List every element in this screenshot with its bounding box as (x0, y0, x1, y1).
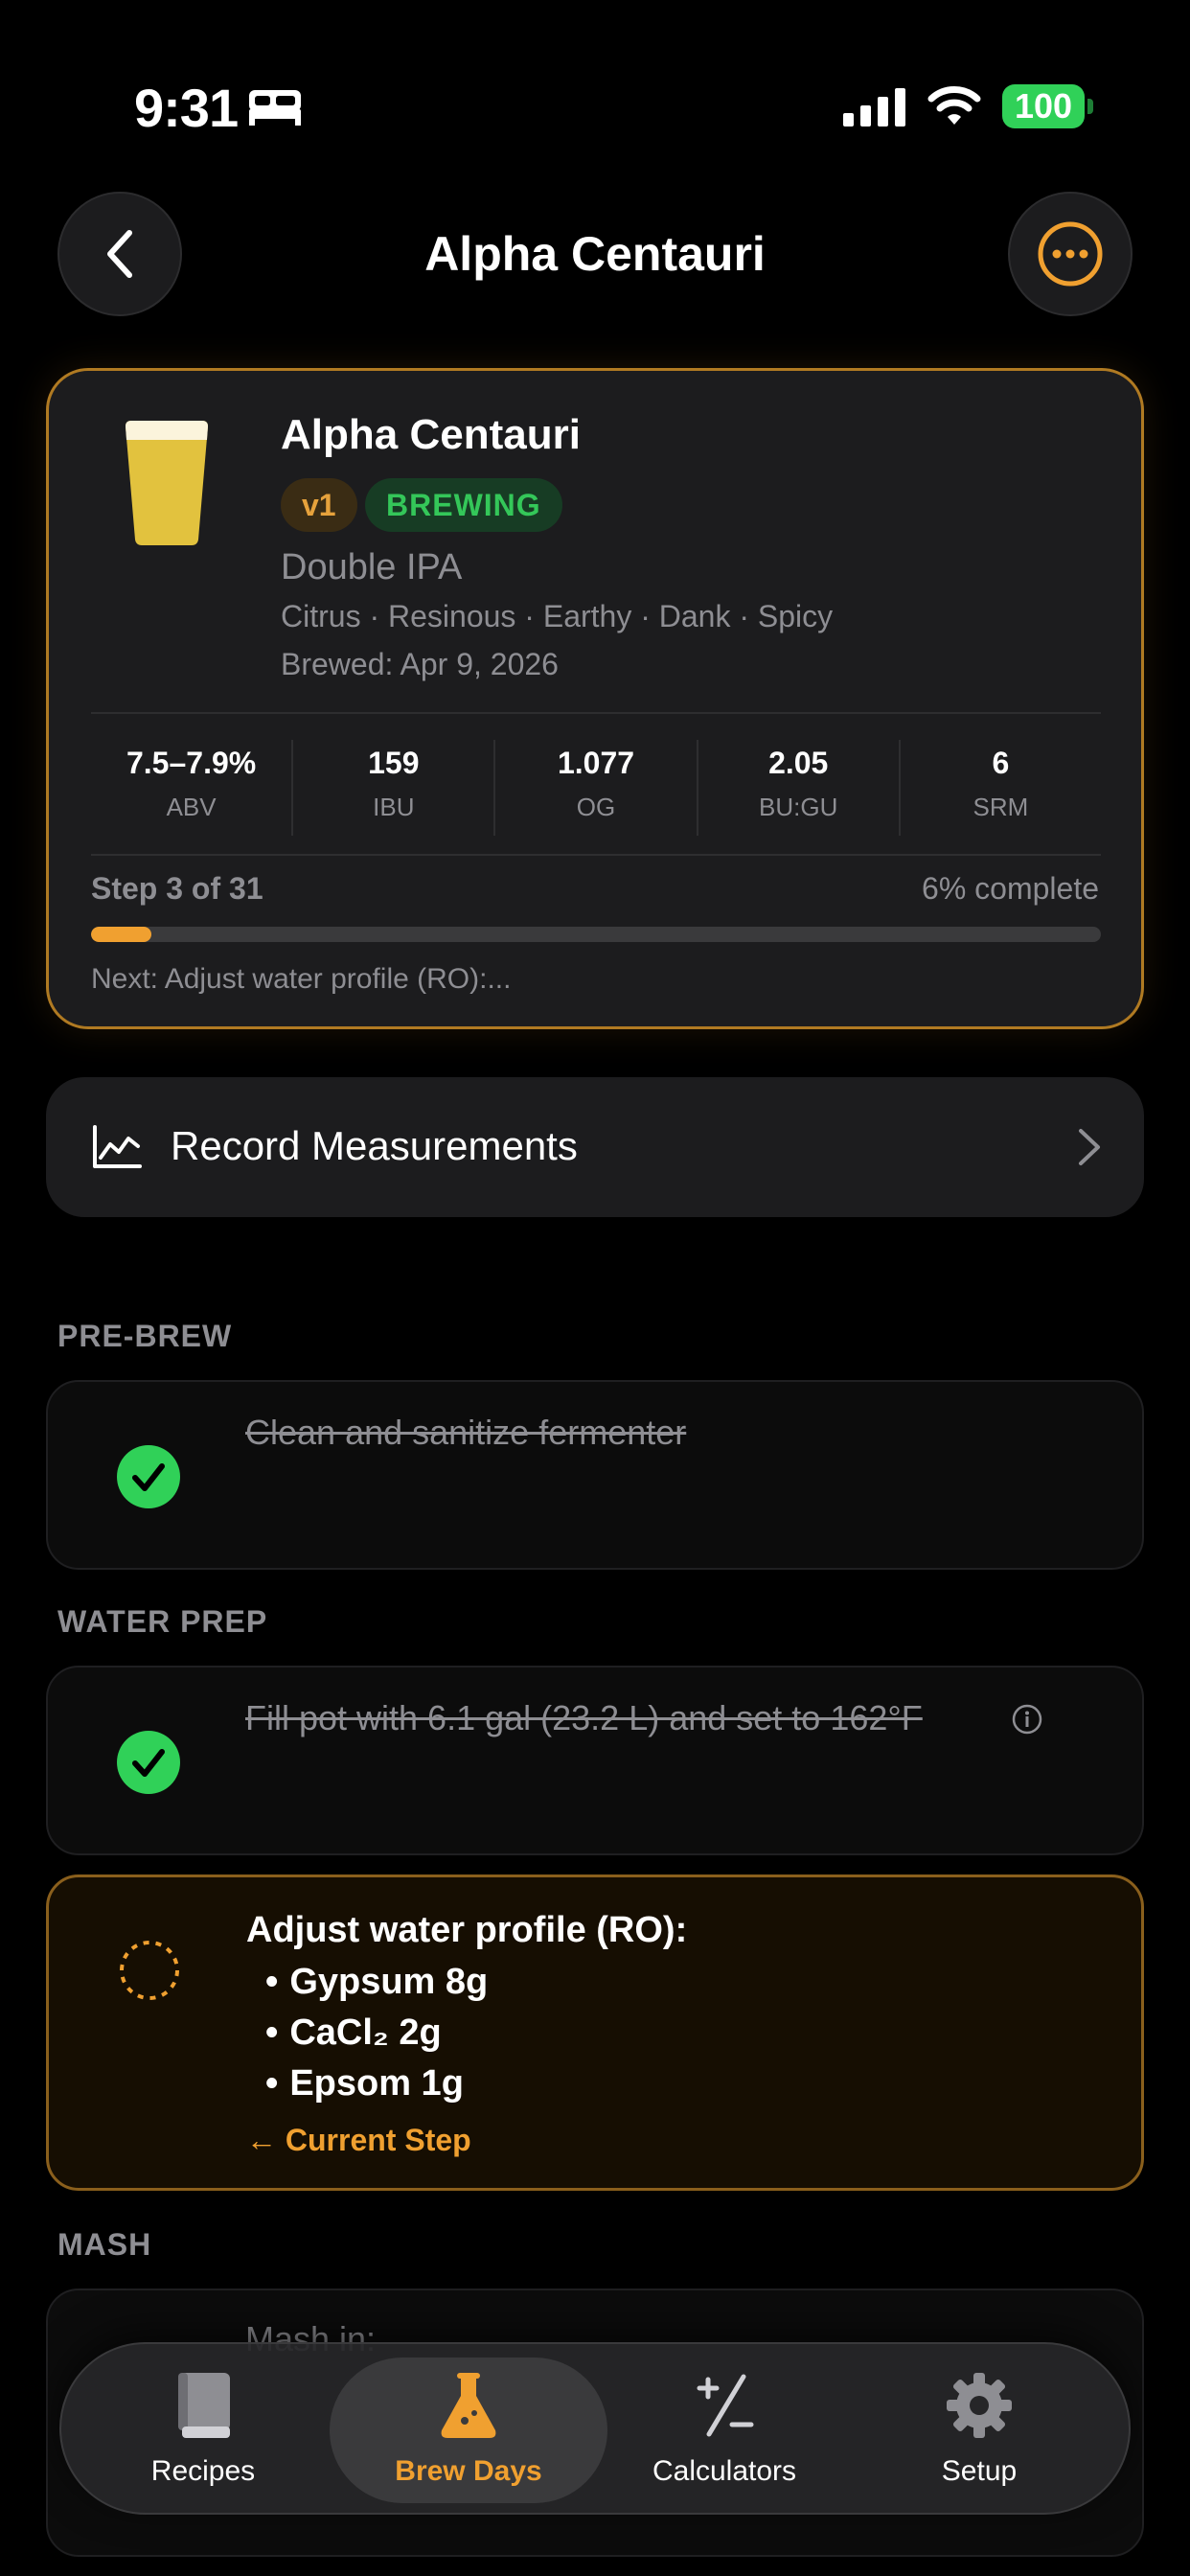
section-header-mash: MASH (57, 2227, 152, 2262)
more-options-button[interactable] (1008, 192, 1133, 316)
current-step-title: Adjust water profile (RO): (246, 1910, 688, 1950)
stat-srm: 6 SRM (898, 740, 1101, 836)
record-measurements-button[interactable]: Record Measurements (46, 1077, 1144, 1217)
tab-brew-days[interactable]: Brew Days (344, 2344, 593, 2517)
progress-bar (91, 927, 1101, 942)
back-button[interactable] (57, 192, 182, 316)
status-bar: 9:31 100 (0, 0, 1190, 192)
bed-icon (249, 90, 301, 126)
version-badge: v1 (281, 478, 357, 532)
chevron-right-icon (1079, 1129, 1100, 1165)
record-measurements-label: Record Measurements (171, 1123, 578, 1168)
list-item-text: Epsom 1g (289, 2063, 464, 2104)
stat-value: 6 (992, 746, 1010, 780)
list-item: • CaCl₂ 2g (265, 2012, 442, 2053)
section-header-water-prep: WATER PREP (57, 1604, 268, 1639)
checkmark-circle-icon[interactable] (117, 1445, 180, 1508)
flask-icon (441, 2373, 496, 2438)
list-item: • Gypsum 8g (265, 1962, 489, 2002)
step-text: Clean and sanitize fermenter (245, 1413, 687, 1452)
step-text: Fill pot with 6.1 gal (23.2 L) and set t… (245, 1698, 923, 1737)
line-chart-icon (93, 1125, 142, 1168)
list-item: • Epsom 1g (265, 2063, 464, 2104)
tab-recipes[interactable]: Recipes (79, 2344, 328, 2517)
stat-label: SRM (973, 793, 1029, 821)
stat-value: 7.5–7.9% (126, 746, 257, 780)
divider (91, 712, 1101, 714)
battery-nub (1087, 99, 1093, 114)
section-header-pre-brew: PRE-BREW (57, 1319, 233, 1353)
battery-level: 100 (1002, 84, 1085, 128)
brew-summary-card: Alpha Centauri v1 BREWING Double IPA Cit… (46, 368, 1144, 1029)
stat-ibu: 159 IBU (291, 740, 493, 836)
gear-icon (947, 2373, 1012, 2438)
battery-indicator: 100 (1002, 84, 1094, 128)
next-step-preview: Next: Adjust water profile (RO):... (91, 963, 512, 995)
beer-style: Double IPA (281, 547, 463, 587)
stat-bugu: 2.05 BU:GU (696, 740, 899, 836)
status-badge: BREWING (365, 478, 562, 532)
stat-label: IBU (373, 793, 415, 821)
page-title: Alpha Centauri (424, 227, 766, 281)
wifi-icon (927, 86, 981, 125)
stat-og: 1.077 OG (493, 740, 696, 836)
pending-circle-icon[interactable] (118, 1939, 181, 2002)
stat-value: 1.077 (557, 746, 635, 780)
list-item-text: Gypsum 8g (289, 1962, 489, 2002)
chevron-left-icon (107, 230, 132, 278)
tab-label: Calculators (652, 2455, 797, 2487)
book-icon (178, 2373, 230, 2438)
stat-value: 2.05 (768, 746, 829, 780)
checkmark-circle-icon[interactable] (117, 1731, 180, 1794)
step-counter: Step 3 of 31 (91, 871, 263, 906)
recipe-name: Alpha Centauri (281, 411, 581, 458)
step-card-fill-pot[interactable]: Fill pot with 6.1 gal (23.2 L) and set t… (46, 1666, 1144, 1855)
stat-value: 159 (368, 746, 420, 780)
percent-complete: 6% complete (922, 871, 1099, 906)
step-card-current[interactable]: Adjust water profile (RO): • Gypsum 8g • C… (46, 1874, 1144, 2191)
progress-fill (91, 927, 152, 942)
step-card-sanitize[interactable]: Clean and sanitize fermenter (46, 1380, 1144, 1570)
divider (91, 854, 1101, 856)
stat-abv: 7.5–7.9% ABV (91, 740, 291, 836)
stat-label: ABV (166, 793, 217, 821)
brewed-date: Brewed: Apr 9, 2026 (281, 647, 559, 681)
ellipsis-circle-icon (1038, 221, 1103, 287)
info-icon[interactable] (1012, 1704, 1042, 1735)
stats-row: 7.5–7.9% ABV 159 IBU 1.077 OG 2.05 BU:GU… (91, 740, 1101, 836)
plus-minus-icon (697, 2374, 754, 2437)
stat-label: BU:GU (759, 793, 838, 821)
status-time: 9:31 (134, 78, 239, 138)
tab-label: Setup (941, 2455, 1018, 2487)
stat-label: OG (576, 793, 616, 821)
tab-calculators[interactable]: Calculators (600, 2344, 849, 2517)
current-step-label: ← Current Step (246, 2123, 471, 2157)
current-step-items: • Gypsum 8g • CaCl₂ 2g • Epsom 1g (265, 1962, 488, 2114)
flavor-tags: Citrus · Resinous · Earthy · Dank · Spic… (281, 599, 834, 633)
beer-glass-icon (126, 421, 208, 545)
tab-bar: Recipes Brew Days Calculators Setup (59, 2342, 1131, 2515)
cellular-signal-icon (843, 88, 905, 126)
tab-setup[interactable]: Setup (855, 2344, 1104, 2517)
tab-label: Brew Days (395, 2455, 542, 2487)
list-item-text: CaCl₂ 2g (289, 2012, 442, 2053)
tab-label: Recipes (150, 2455, 256, 2487)
